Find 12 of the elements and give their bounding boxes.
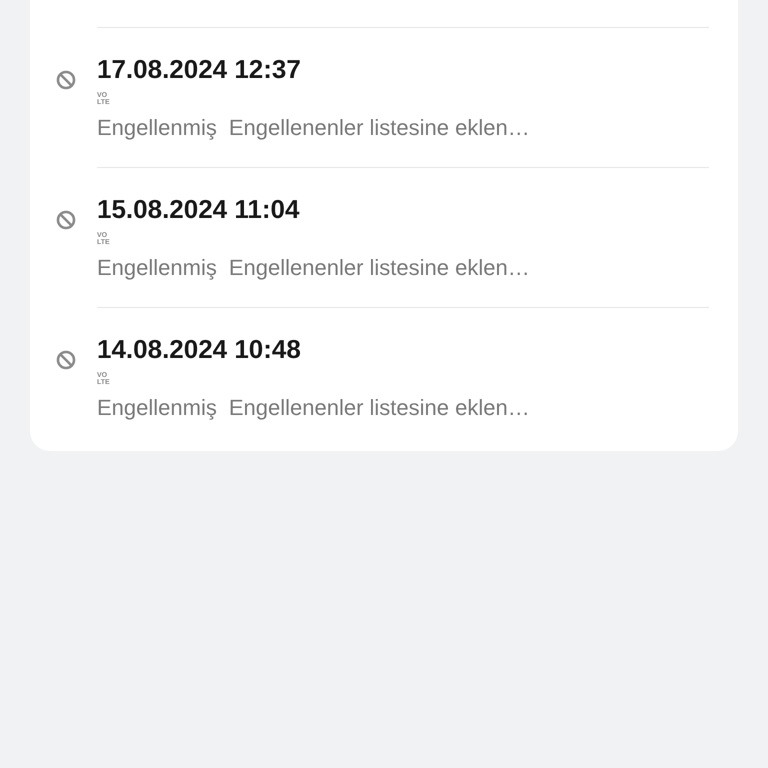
call-status: Engellenmiş <box>97 114 217 142</box>
call-note: Engellenenler listesine eklen… <box>228 254 530 282</box>
blocked-icon <box>56 70 76 90</box>
call-note: Engellenenler listesine eklen… <box>228 394 530 422</box>
call-date: 15.08.2024 11:04 <box>97 195 300 223</box>
call-date: 17.08.2024 12:37 <box>97 55 302 83</box>
call-note: Engellenenler listesine eklen… <box>228 114 530 142</box>
call-status: Engellenmiş <box>97 394 217 422</box>
blocked-icon <box>56 210 76 230</box>
call-date: 14.08.2024 10:48 <box>97 335 302 363</box>
blocked-icon <box>56 350 76 370</box>
call-status: Engellenmiş <box>97 254 217 282</box>
